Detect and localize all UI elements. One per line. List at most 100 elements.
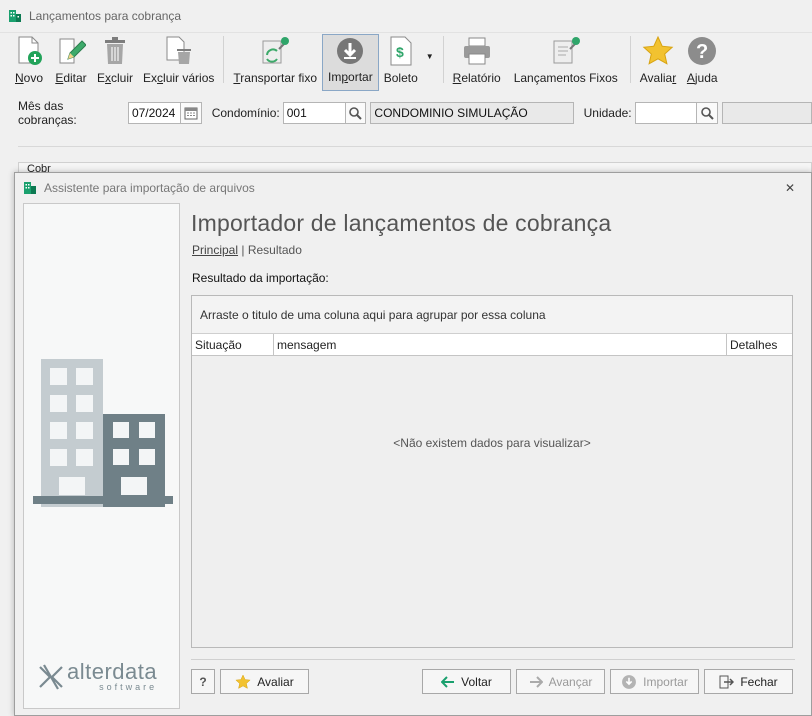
import-button[interactable]: Importar xyxy=(610,669,699,694)
window-title: Lançamentos para cobrança xyxy=(29,9,182,23)
boleto-label: Boleto xyxy=(383,71,418,85)
month-input[interactable]: 07/2024 xyxy=(127,102,181,124)
condo-label: Condomínio: xyxy=(211,106,280,120)
dialog-titlebar: Assistente para importação de arquivos ✕ xyxy=(15,173,811,203)
close-button[interactable]: Fechar xyxy=(704,669,793,694)
column-header-situacao[interactable]: Situação xyxy=(192,334,274,355)
help-button[interactable]: ? xyxy=(191,669,215,694)
boleto-dollar-icon: $ xyxy=(385,35,417,67)
star-icon xyxy=(235,673,251,689)
column-header-mensagem[interactable]: mensagem xyxy=(274,334,727,355)
import-button[interactable]: Importar xyxy=(322,34,379,91)
delete-multiple-icon xyxy=(163,35,195,67)
fixed-entries-button[interactable]: Lançamentos Fixos xyxy=(506,33,626,91)
svg-text:?: ? xyxy=(696,41,708,63)
results-grid[interactable]: Arraste o titulo de uma coluna aqui para… xyxy=(191,295,793,648)
search-icon xyxy=(349,107,363,120)
transport-pin-icon xyxy=(259,35,291,67)
new-label: Novo xyxy=(14,71,44,85)
group-by-panel[interactable]: Arraste o titulo de uma coluna aqui para… xyxy=(192,296,792,334)
delete-button[interactable]: Excluir xyxy=(92,33,138,91)
rate-button[interactable]: Avaliar xyxy=(220,669,309,694)
back-button[interactable]: Voltar xyxy=(422,669,511,694)
import-download-icon xyxy=(334,35,366,66)
buildings-illustration xyxy=(33,359,173,507)
condo-search-button[interactable] xyxy=(344,102,367,124)
divider xyxy=(18,146,812,147)
report-button[interactable]: Relatório xyxy=(448,33,506,91)
grid-empty-message: <Não existem dados para visualizar> xyxy=(393,436,591,450)
import-label: Importar xyxy=(328,70,373,84)
wizard-content: Importador de lançamentos de cobrança Pr… xyxy=(191,203,795,285)
boleto-dropdown-icon[interactable]: ▼ xyxy=(426,52,434,61)
rate-button[interactable]: Avaliar xyxy=(635,33,681,91)
grid-header: Situação mensagem Detalhes xyxy=(192,334,792,356)
delete-multiple-button[interactable]: Excluir vários xyxy=(138,33,219,91)
main-toolbar: Novo Editar Excluir Excluir vários Trans… xyxy=(8,33,812,91)
delete-multiple-label: Excluir vários xyxy=(143,71,215,85)
report-label: Relatório xyxy=(452,71,501,85)
breadcrumb: Principal | Resultado xyxy=(192,243,795,257)
rate-label: Avaliar xyxy=(639,71,677,85)
condo-code-input[interactable]: 001 xyxy=(282,102,346,124)
next-label: Avançar xyxy=(548,674,593,689)
toolbar-separator xyxy=(442,36,444,83)
unit-name-field xyxy=(722,102,812,124)
breadcrumb-principal[interactable]: Principal xyxy=(192,243,238,257)
new-button[interactable]: Novo xyxy=(8,33,50,91)
svg-text:$: $ xyxy=(396,44,404,60)
arrow-right-icon xyxy=(529,675,543,688)
footer-divider xyxy=(191,659,795,660)
help-question-icon: ? xyxy=(686,35,718,67)
import-wizard-dialog: Assistente para importação de arquivos ✕ xyxy=(14,172,812,716)
breadcrumb-separator: | xyxy=(241,243,245,257)
transport-fixed-label: Transportar fixo xyxy=(233,71,317,85)
boleto-button[interactable]: $ Boleto ▼ xyxy=(379,33,439,91)
unit-label: Unidade: xyxy=(583,106,632,120)
exit-icon xyxy=(719,675,735,688)
column-header-detalhes[interactable]: Detalhes xyxy=(727,334,792,355)
toolbar-separator xyxy=(629,36,631,83)
alterdata-logo: alterdata software xyxy=(38,659,158,692)
alterdata-logo-icon xyxy=(39,664,63,690)
window-titlebar: Lançamentos para cobrança xyxy=(0,0,812,33)
close-label: Fechar xyxy=(740,674,778,689)
result-label: Resultado da importação: xyxy=(192,271,329,285)
fixed-entries-label: Lançamentos Fixos xyxy=(513,71,618,85)
filter-row: Mês das cobranças: 07/2024 Condomínio: 0… xyxy=(0,99,812,127)
import-label: Importar xyxy=(643,674,688,689)
breadcrumb-result: Resultado xyxy=(247,243,302,257)
transport-fixed-button[interactable]: Transportar fixo xyxy=(228,33,322,91)
edit-label: Editar xyxy=(55,71,87,85)
unit-search-button[interactable] xyxy=(696,102,719,124)
wizard-side-panel: alterdata software xyxy=(23,203,180,709)
star-icon xyxy=(642,35,674,67)
help-question-label: ? xyxy=(199,674,207,689)
rate-label: Avaliar xyxy=(257,674,294,689)
printer-icon xyxy=(461,35,493,67)
condo-name-field: CONDOMINIO SIMULAÇÃO xyxy=(370,102,574,124)
back-label: Voltar xyxy=(461,674,492,689)
unit-input[interactable] xyxy=(634,102,698,124)
dialog-title: Assistente para importação de arquivos xyxy=(44,181,255,195)
brand-name: alterdata xyxy=(67,659,158,684)
import-download-icon xyxy=(622,674,637,689)
month-label: Mês das cobranças: xyxy=(18,99,77,127)
building-app-icon xyxy=(23,181,37,195)
help-label: Ajuda xyxy=(686,71,718,85)
new-document-icon xyxy=(13,35,45,67)
calendar-icon xyxy=(184,107,198,120)
fixed-entries-pin-icon xyxy=(550,35,582,67)
edit-pencil-icon xyxy=(55,35,87,67)
arrow-left-icon xyxy=(441,675,455,688)
toolbar-separator xyxy=(223,36,225,83)
calendar-button[interactable] xyxy=(179,102,202,124)
edit-button[interactable]: Editar xyxy=(50,33,92,91)
search-icon xyxy=(701,107,715,120)
close-icon[interactable]: ✕ xyxy=(785,181,795,195)
help-button[interactable]: ? Ajuda xyxy=(681,33,723,91)
trash-icon xyxy=(99,35,131,67)
next-button[interactable]: Avançar xyxy=(516,669,605,694)
delete-label: Excluir xyxy=(97,71,134,85)
wizard-heading: Importador de lançamentos de cobrança xyxy=(191,210,612,236)
